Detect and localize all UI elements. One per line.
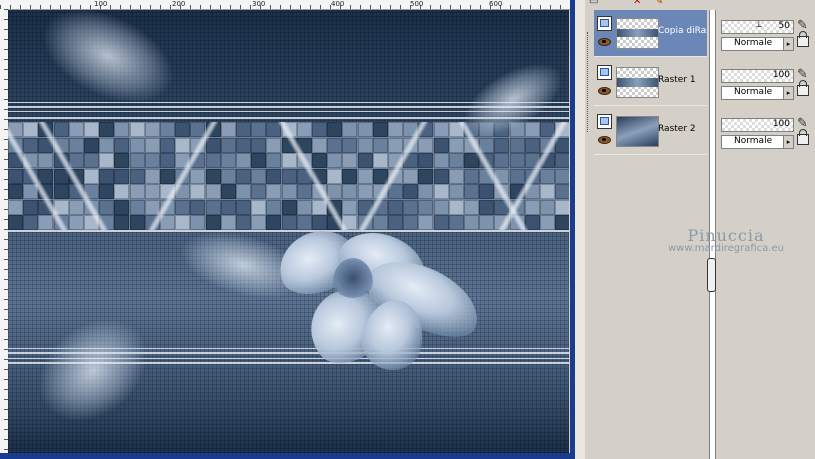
panel-divider — [575, 0, 585, 459]
layer-row-raster-2[interactable]: Raster 2 — [594, 108, 707, 155]
layer-row-copia-diras[interactable]: Copia diRas — [594, 10, 708, 57]
slider-thumb-icon[interactable]: ⊥ — [755, 20, 763, 30]
palette-toolbar: ▭ ✕ ✎ — [585, 0, 815, 8]
blend-mode-select[interactable]: Normale ▸ — [721, 37, 794, 51]
scroll-handle[interactable] — [707, 258, 716, 292]
opacity-value: 50 — [778, 21, 790, 31]
canvas-horizontal-scrollbar[interactable] — [0, 453, 570, 459]
layer-thumbnail — [616, 116, 659, 147]
opacity-value: 100 — [772, 70, 790, 80]
watermark-url: www.mardiregrafica.eu — [668, 243, 784, 254]
delete-layer-icon[interactable]: ✕ — [633, 0, 641, 7]
raster-layer-icon — [597, 16, 612, 31]
lock-icon[interactable] — [797, 129, 809, 145]
visibility-eye-icon[interactable] — [598, 136, 611, 144]
opacity-value: 100 — [772, 119, 790, 129]
horizontal-ruler: 100 200 300 400 500 600 — [0, 0, 575, 10]
layer-thumbnail — [616, 18, 659, 49]
ruler-tick: 500 — [410, 0, 424, 8]
opacity-slider[interactable]: 100 — [721, 69, 794, 83]
layer-row-raster-1[interactable]: Raster 1 — [594, 59, 707, 106]
visibility-eye-icon[interactable] — [598, 87, 611, 95]
lock-icon[interactable] — [797, 80, 809, 96]
mask-icon[interactable]: ✎ — [655, 0, 663, 7]
layer-properties-raster-2: 100 ✎ Normale ▸ — [721, 108, 815, 154]
layer-name: Raster 1 — [658, 75, 696, 85]
stripe-line — [8, 230, 569, 232]
blend-mode-value: Normale — [734, 87, 773, 97]
chevron-right-icon[interactable]: ▸ — [783, 38, 793, 50]
blend-mode-select[interactable]: Normale ▸ — [721, 86, 794, 100]
lock-icon[interactable] — [797, 31, 809, 47]
raster-layer-icon — [597, 65, 612, 80]
ruler-tick: 300 — [252, 0, 266, 8]
opacity-slider[interactable]: ⊥ 50 — [721, 20, 794, 34]
new-layer-icon[interactable]: ▭ — [589, 0, 598, 7]
mosaic-band — [8, 122, 569, 230]
image-canvas[interactable] — [8, 10, 569, 453]
layer-properties-copia-diras: ⊥ 50 ✎ Normale ▸ — [721, 10, 815, 56]
layer-name: Copia diRas — [658, 26, 708, 36]
layer-thumbnail — [616, 67, 659, 98]
layer-properties-raster-1: 100 ✎ Normale ▸ — [721, 59, 815, 105]
blend-mode-select[interactable]: Normale ▸ — [721, 135, 794, 149]
ruler-tick: 400 — [331, 0, 345, 8]
layer-tree-line — [587, 32, 593, 132]
watermark: Pinuccia www.mardiregrafica.eu — [668, 226, 784, 254]
chevron-right-icon[interactable]: ▸ — [783, 136, 793, 148]
blend-mode-value: Normale — [734, 136, 773, 146]
ruler-tick: 600 — [489, 0, 503, 8]
layer-name: Raster 2 — [658, 124, 696, 134]
opacity-slider[interactable]: 100 — [721, 118, 794, 132]
visibility-eye-icon[interactable] — [598, 38, 611, 46]
ruler-tick: 200 — [172, 0, 186, 8]
chevron-right-icon[interactable]: ▸ — [783, 87, 793, 99]
raster-layer-icon — [597, 114, 612, 129]
ruler-tick: 100 — [94, 0, 108, 8]
blend-mode-value: Normale — [734, 38, 773, 48]
